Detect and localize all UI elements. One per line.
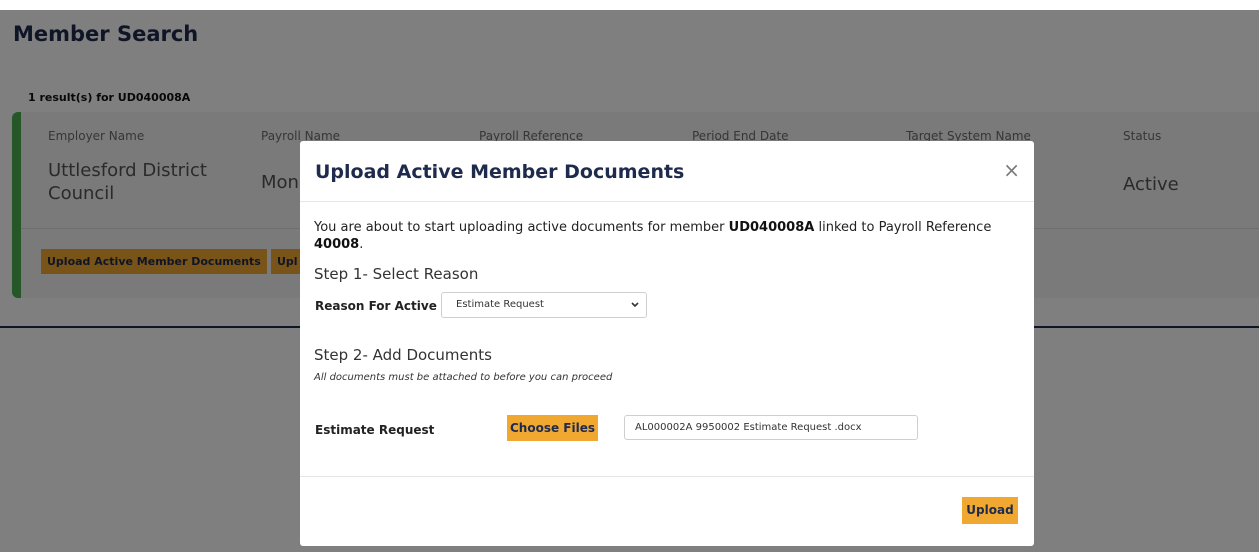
modal-footer-divider [300, 476, 1034, 477]
intro-text-part3: . [359, 237, 364, 252]
intro-text-part1: You are about to start uploading active … [314, 220, 729, 235]
modal-title: Upload Active Member Documents [315, 161, 685, 183]
upload-button[interactable]: Upload [962, 497, 1018, 524]
step1-title: Step 1- Select Reason [314, 265, 479, 283]
step2-note: All documents must be attached to before… [314, 372, 613, 383]
reason-selected-value: Estimate Request [456, 299, 544, 310]
modal-intro-text: You are about to start uploading active … [314, 219, 1019, 253]
reason-label: Reason For Active [315, 299, 437, 313]
modal-header-divider [300, 201, 1034, 202]
step2-title: Step 2- Add Documents [314, 346, 492, 364]
reason-select[interactable]: Estimate Request [441, 292, 647, 318]
payroll-reference: 40008 [314, 237, 360, 252]
upload-documents-modal: Upload Active Member Documents × You are… [300, 141, 1034, 546]
attached-file-field[interactable]: AL000002A 9950002 Estimate Request .docx [624, 415, 918, 440]
choose-files-button[interactable]: Choose Files [507, 415, 598, 441]
chevron-down-icon [630, 293, 640, 327]
intro-text-part2: linked to Payroll Reference [814, 220, 992, 235]
document-label: Estimate Request [315, 423, 435, 437]
member-id: UD040008A [728, 220, 815, 235]
close-icon[interactable]: × [1003, 158, 1020, 182]
